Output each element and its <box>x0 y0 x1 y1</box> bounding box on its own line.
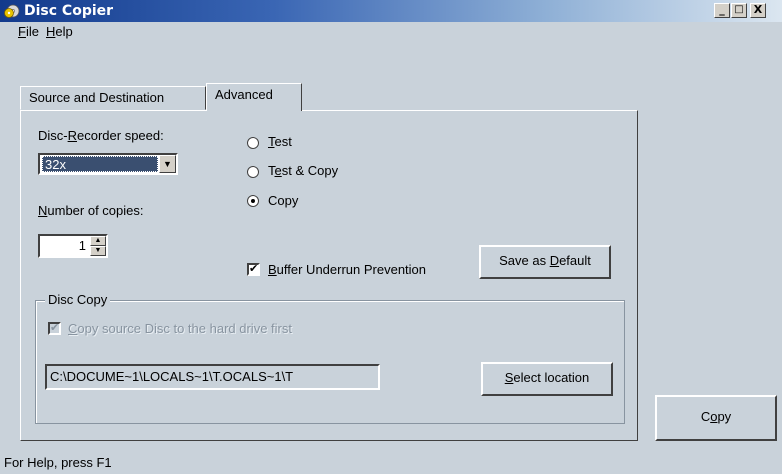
buffer-underrun-label[interactable]: Buffer Underrun Prevention <box>268 262 426 277</box>
recorder-speed-label: Disc-Recorder speed: <box>38 128 164 143</box>
disc-copier-icon <box>4 4 20 18</box>
menu-bar: File Help <box>0 22 782 42</box>
copies-label: Number of copies: <box>38 203 144 218</box>
temp-location-field[interactable]: C:\DOCUME~1\LOCALS~1\T.OCALS~1\T <box>45 364 380 390</box>
menu-help[interactable]: Help <box>46 24 73 39</box>
recorder-speed-value: 32x <box>42 156 158 172</box>
copy-button[interactable]: Copy <box>655 395 777 441</box>
radio-test-and-copy[interactable] <box>247 166 259 178</box>
disc-copy-group-title: Disc Copy <box>45 292 111 307</box>
menu-file[interactable]: File <box>18 24 39 39</box>
buffer-underrun-checkbox[interactable]: ✔ <box>247 263 260 276</box>
copies-stepper[interactable]: 1 ▲ ▼ <box>38 234 108 258</box>
select-location-button[interactable]: Select location <box>481 362 613 396</box>
radio-copy[interactable] <box>247 195 259 207</box>
recorder-speed-select[interactable]: 32x ▼ <box>38 153 178 175</box>
tab-source-destination[interactable]: Source and Destination <box>20 86 206 110</box>
close-button[interactable]: X <box>750 3 766 18</box>
copies-value: 1 <box>78 238 86 253</box>
status-bar: For Help, press F1 <box>0 450 782 474</box>
tab-advanced[interactable]: Advanced <box>206 83 302 111</box>
radio-test[interactable] <box>247 137 259 149</box>
maximize-button[interactable]: □ <box>731 3 747 18</box>
save-as-default-button[interactable]: Save as Default <box>479 245 611 279</box>
minimize-button[interactable]: _ <box>714 3 730 18</box>
window-title: Disc Copier <box>24 3 114 19</box>
status-text: For Help, press F1 <box>4 455 112 470</box>
copy-to-hard-drive-checkbox[interactable]: ✔ <box>48 322 61 335</box>
title-bar[interactable]: Disc Copier _ □ X <box>0 0 782 22</box>
spin-down-icon[interactable]: ▼ <box>90 246 106 256</box>
radio-test-label[interactable]: Test <box>268 134 292 149</box>
spin-up-icon[interactable]: ▲ <box>90 236 106 246</box>
chevron-down-icon[interactable]: ▼ <box>159 155 176 173</box>
radio-test-and-copy-label[interactable]: Test & Copy <box>268 163 338 178</box>
radio-copy-label[interactable]: Copy <box>268 193 298 208</box>
copy-to-hard-drive-label: Copy source Disc to the hard drive first <box>68 321 292 336</box>
